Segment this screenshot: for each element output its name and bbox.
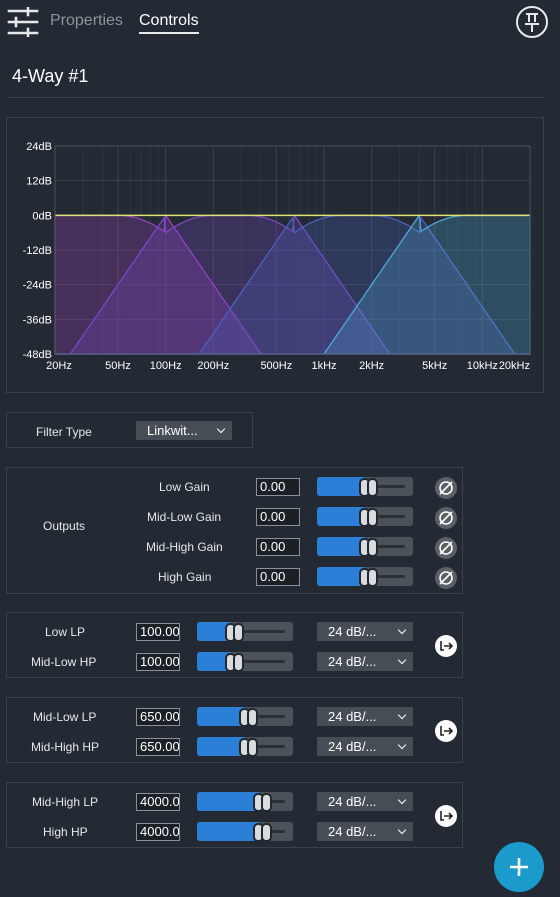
x-tick-label: 2kHz [359, 360, 384, 372]
y-tick-label: 12dB [26, 176, 52, 188]
slope-value: 24 dB/... [328, 709, 377, 724]
x-tick-label: 20kHz [499, 360, 530, 372]
high-gain-input[interactable]: 0.00 [256, 568, 300, 586]
chevron-down-icon [397, 825, 407, 835]
low-gain-slider[interactable] [317, 477, 413, 496]
crossover-label: Mid-High HP [31, 740, 100, 754]
filter-type-panel: Filter Type Linkwit... [6, 412, 253, 448]
crossover-label: Mid-Low HP [31, 655, 97, 669]
chevron-down-icon [397, 740, 407, 750]
x-tick-label: 5kHz [422, 360, 447, 372]
x-tick-label: 50Hz [105, 360, 131, 372]
frequency-input[interactable]: 100.00 [136, 653, 180, 671]
frequency-input[interactable]: 4000.0 [136, 793, 180, 811]
frequency-slider[interactable] [197, 707, 293, 726]
link-button[interactable] [435, 720, 457, 742]
page-title: 4-Way #1 [12, 66, 89, 86]
link-icon [440, 726, 454, 736]
chevron-down-icon [397, 710, 407, 720]
chevron-down-icon [397, 655, 407, 665]
mid-high-gain-mute-button[interactable] [435, 537, 457, 559]
outputs-panel: Outputs Low Gain 0.00 Mid-Low Gain 0.00 … [6, 467, 463, 594]
mid-low-gain-slider[interactable] [317, 507, 413, 526]
low-gain-mute-button[interactable] [435, 477, 457, 499]
low-gain-input[interactable]: 0.00 [256, 478, 300, 496]
crossover-panel-2: Mid-Low LP 650.00 24 dB/... Mid-High HP … [6, 697, 463, 763]
x-tick-label: 20Hz [46, 360, 72, 372]
slope-value: 24 dB/... [328, 624, 377, 639]
slope-select[interactable]: 24 dB/... [317, 737, 413, 756]
chevron-down-icon [216, 424, 226, 434]
y-tick-label: -24dB [23, 280, 52, 292]
crossover-label: Mid-High LP [32, 795, 99, 809]
crossover-panel-1: Low LP 100.00 24 dB/... Mid-Low HP 100.0… [6, 612, 463, 678]
gain-label: Low Gain [159, 480, 210, 494]
high-gain-mute-button[interactable] [435, 567, 457, 589]
slope-select[interactable]: 24 dB/... [317, 822, 413, 841]
filter-type-label: Filter Type [36, 425, 92, 439]
filter-type-select[interactable]: Linkwit... [136, 421, 232, 440]
crossover-label: Mid-Low LP [33, 710, 97, 724]
mute-icon [439, 511, 453, 525]
gain-label: High Gain [158, 570, 212, 584]
frequency-slider[interactable] [197, 737, 293, 756]
tab-controls[interactable]: Controls [139, 12, 199, 34]
slope-value: 24 dB/... [328, 824, 377, 839]
slope-value: 24 dB/... [328, 654, 377, 669]
crossover-label: Low LP [45, 625, 86, 639]
slope-select[interactable]: 24 dB/... [317, 792, 413, 811]
y-tick-label: 24dB [26, 141, 52, 153]
frequency-slider[interactable] [197, 822, 293, 841]
frequency-input[interactable]: 650.00 [136, 738, 180, 756]
outputs-label: Outputs [43, 519, 86, 533]
slope-value: 24 dB/... [328, 794, 377, 809]
y-tick-label: -36dB [23, 314, 52, 326]
mute-icon [439, 541, 453, 555]
chevron-down-icon [397, 625, 407, 635]
x-tick-label: 10kHz [467, 360, 498, 372]
mid-high-gain-slider[interactable] [317, 537, 413, 556]
mid-low-gain-mute-button[interactable] [435, 507, 457, 529]
y-tick-label: -12dB [23, 245, 52, 257]
response-chart-panel: 24dB 12dB 0dB -12dB -24dB -36dB -48dB 20Hz 50Hz 1… [6, 117, 544, 393]
slope-select[interactable]: 24 dB/... [317, 622, 413, 641]
y-tick-label: 0dB [32, 210, 52, 222]
x-tick-label: 200Hz [197, 360, 229, 372]
frequency-input[interactable]: 100.00 [136, 623, 180, 641]
mid-low-gain-input[interactable]: 0.00 [256, 508, 300, 526]
frequency-response-chart: 24dB12dB0dB-12dB-24dB-36dB-48dB20Hz 50Hz 1… [23, 141, 531, 372]
high-gain-slider[interactable] [317, 567, 413, 586]
mute-icon [439, 571, 453, 585]
crossover-label: High HP [43, 825, 88, 839]
pin-icon [525, 13, 539, 32]
frequency-slider[interactable] [197, 622, 293, 641]
sliders-icon[interactable] [7, 7, 39, 37]
mid-high-gain-input[interactable]: 0.00 [256, 538, 300, 556]
frequency-slider[interactable] [197, 652, 293, 671]
filter-type-value: Linkwit... [147, 423, 198, 438]
pin-button[interactable] [516, 6, 548, 38]
link-button[interactable] [435, 635, 457, 657]
add-button[interactable] [494, 842, 544, 892]
slope-select[interactable]: 24 dB/... [317, 652, 413, 671]
x-tick-label: 500Hz [260, 360, 292, 372]
gain-label: Mid-Low Gain [147, 510, 222, 524]
slope-value: 24 dB/... [328, 739, 377, 754]
frequency-input[interactable]: 4000.0 [136, 823, 180, 841]
link-button[interactable] [435, 805, 457, 827]
mute-icon [439, 481, 453, 495]
title-divider [8, 97, 543, 98]
frequency-input[interactable]: 650.00 [136, 708, 180, 726]
crossover-panel-3: Mid-High LP 4000.0 24 dB/... High HP 400… [6, 782, 463, 848]
slope-select[interactable]: 24 dB/... [317, 707, 413, 726]
x-tick-label: 100Hz [150, 360, 182, 372]
frequency-slider[interactable] [197, 792, 293, 811]
link-icon [440, 811, 454, 821]
x-tick-label: 1kHz [311, 360, 336, 372]
chevron-down-icon [397, 795, 407, 805]
plus-icon [510, 858, 528, 876]
gain-label: Mid-High Gain [146, 540, 223, 554]
link-icon [440, 641, 454, 651]
tab-properties[interactable]: Properties [50, 12, 123, 30]
